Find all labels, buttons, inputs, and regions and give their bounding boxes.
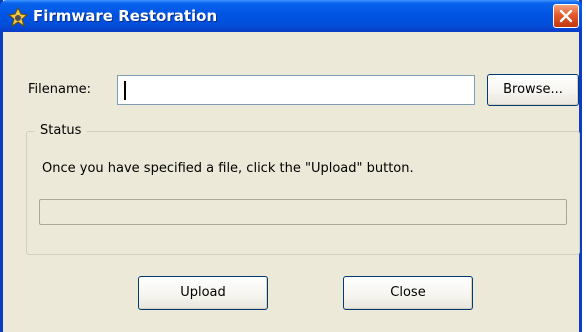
title-bar[interactable]: Firmware Restoration <box>0 0 582 32</box>
close-icon <box>559 9 573 23</box>
filename-input[interactable] <box>117 75 475 105</box>
firmware-restore-icon <box>7 6 29 28</box>
upload-progress-bar <box>39 199 567 225</box>
close-button[interactable]: Close <box>343 276 473 310</box>
status-message: Once you have specified a file, click th… <box>42 161 414 176</box>
browse-button[interactable]: Browse... <box>487 74 579 106</box>
window-close-button[interactable] <box>553 4 579 28</box>
status-group <box>26 131 580 255</box>
status-legend: Status <box>34 122 88 139</box>
window-title: Firmware Restoration <box>33 7 218 25</box>
upload-button[interactable]: Upload <box>138 276 268 310</box>
firmware-restoration-window: Firmware Restoration Filename: Browse...… <box>0 0 582 332</box>
filename-label: Filename: <box>28 82 92 97</box>
